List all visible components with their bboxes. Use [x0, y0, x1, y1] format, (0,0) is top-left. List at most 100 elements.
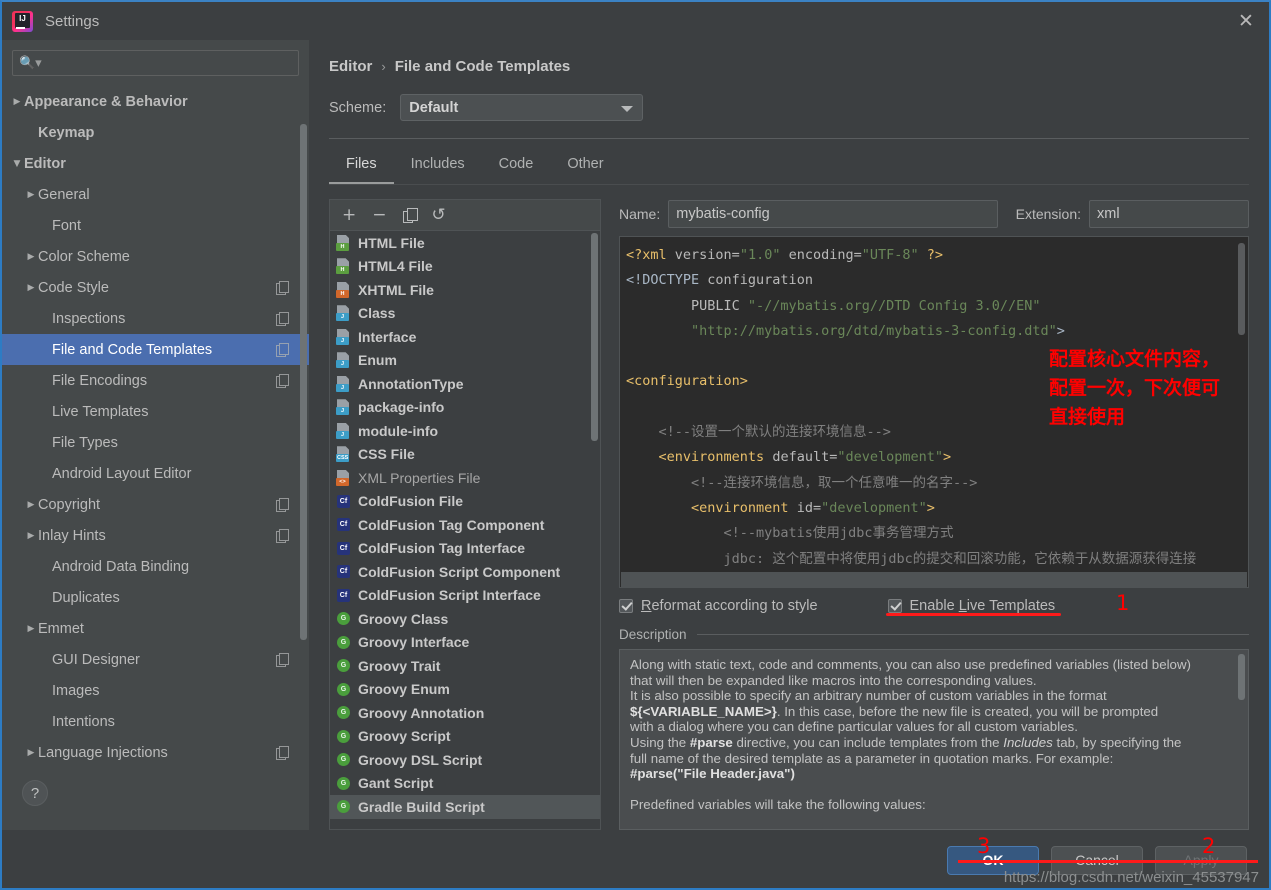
chevron-right-icon[interactable]: ▶ — [24, 624, 38, 634]
chevron-right-icon[interactable]: ▶ — [24, 252, 38, 262]
sidebar-item-font[interactable]: ▶Font — [2, 210, 309, 241]
template-extension-input[interactable] — [1089, 199, 1249, 228]
code-token: <!--设置一个默认的连接环境信息--> — [626, 424, 891, 441]
help-icon[interactable]: ? — [22, 780, 48, 806]
sidebar-item-copyright[interactable]: ▶ Copyright — [2, 489, 309, 520]
scheme-select[interactable]: Default — [400, 94, 644, 121]
code-scrollbar[interactable] — [1238, 243, 1245, 335]
undo-icon[interactable]: ↺ — [432, 206, 446, 224]
sidebar-item-live-templates[interactable]: ▶Live Templates — [2, 396, 309, 427]
sidebar-item-editor[interactable]: ▼ Editor — [2, 148, 309, 179]
sidebar-item-label: General — [38, 186, 90, 203]
template-list-item[interactable]: Jpackage-info — [330, 396, 600, 420]
sidebar-item-android-layout-editor[interactable]: ▶Android Layout Editor — [2, 458, 309, 489]
template-list-item[interactable]: G Gant Script — [330, 772, 600, 796]
chevron-right-icon[interactable]: ▶ — [24, 531, 38, 541]
search-input[interactable] — [41, 55, 292, 71]
templates-list[interactable]: H HTML File H HTML4 File H XHTML File J Class J I… — [329, 230, 601, 830]
copy-icon[interactable] — [402, 208, 418, 223]
live-templates-checkbox-group[interactable]: Enable Live Templates — [885, 598, 1062, 616]
sidebar-item-color-scheme[interactable]: ▶ Color Scheme — [2, 241, 309, 272]
template-list-item[interactable]: J Enum — [330, 349, 600, 373]
tab-other[interactable]: Other — [550, 145, 620, 184]
tab-code[interactable]: Code — [482, 145, 551, 184]
template-list-item[interactable]: G Gradle Build Script — [330, 795, 600, 819]
sidebar-item-appearance-behavior[interactable]: ▶ Appearance & Behavior — [2, 86, 309, 117]
reformat-checkbox-group[interactable]: Reformat according to style — [619, 598, 818, 614]
template-list-item[interactable]: H HTML4 File — [330, 255, 600, 279]
sidebar-item-gui-designer[interactable]: ▶GUI Designer — [2, 644, 309, 675]
sidebar-item-emmet[interactable]: ▶ Emmet — [2, 613, 309, 644]
template-list-item[interactable]: G Groovy DSL Script — [330, 748, 600, 772]
plus-icon[interactable]: + — [342, 206, 356, 224]
template-list-item[interactable]: Cf ColdFusion Tag Component — [330, 513, 600, 537]
chevron-right-icon[interactable]: ▶ — [10, 97, 24, 107]
sidebar-item-inlay-hints[interactable]: ▶ Inlay Hints — [2, 520, 309, 551]
sidebar-item-file-and-code-templates[interactable]: ▶File and Code Templates — [2, 334, 309, 365]
sidebar-item-inspections[interactable]: ▶Inspections — [2, 303, 309, 334]
sidebar-item-intentions[interactable]: ▶Intentions — [2, 706, 309, 737]
template-list-item[interactable]: <> XML Properties File — [330, 466, 600, 490]
search-box[interactable]: 🔍▾ — [12, 50, 299, 76]
template-list-item[interactable]: G Groovy Class — [330, 607, 600, 631]
sidebar-item-images[interactable]: ▶Images — [2, 675, 309, 706]
sidebar-item-language-injections[interactable]: ▶ Language Injections — [2, 737, 309, 768]
template-list-item[interactable]: G Groovy Trait — [330, 654, 600, 678]
template-list-item[interactable]: Cf ColdFusion Script Interface — [330, 584, 600, 608]
templates-scrollbar[interactable] — [591, 233, 598, 441]
sidebar-item-file-types[interactable]: ▶File Types — [2, 427, 309, 458]
template-list-item[interactable]: J Interface — [330, 325, 600, 349]
chevron-down-icon[interactable]: ▼ — [10, 159, 24, 169]
close-icon[interactable]: ✕ — [1223, 2, 1269, 40]
template-list-item[interactable]: Jmodule-info — [330, 419, 600, 443]
description-line: Predefined variables will take the follo… — [630, 797, 926, 813]
red-underline-live-templates — [885, 613, 1062, 616]
description-line: with a dialog where you can define parti… — [630, 719, 1078, 735]
template-list-item-label: Enum — [358, 352, 397, 369]
sidebar-item-label: Language Injections — [38, 744, 168, 761]
sidebar-footer: ? — [2, 770, 309, 830]
template-list-item[interactable]: G Groovy Script — [330, 725, 600, 749]
template-list-item[interactable]: J AnnotationType — [330, 372, 600, 396]
sidebar-item-file-encodings[interactable]: ▶File Encodings — [2, 365, 309, 396]
code-token: ?> — [918, 247, 944, 263]
sidebar-item-general[interactable]: ▶ General — [2, 179, 309, 210]
sidebar-item-duplicates[interactable]: ▶Duplicates — [2, 582, 309, 613]
settings-tree[interactable]: ▶Appearance & Behavior▶Keymap▼Editor▶Gen… — [2, 82, 309, 770]
template-list-item[interactable]: J Class — [330, 302, 600, 326]
template-list-item-label: ColdFusion Script Interface — [358, 587, 541, 604]
description-box[interactable]: Along with static text, code and comment… — [619, 649, 1249, 830]
template-list-item[interactable]: H HTML File — [330, 231, 600, 255]
template-list-item[interactable]: G Groovy Interface — [330, 631, 600, 655]
tab-includes[interactable]: Includes — [394, 145, 482, 184]
code-line: <!--设置一个默认的连接环境信息--> — [626, 420, 1240, 445]
template-code-editor[interactable]: <?xml version="1.0" encoding="UTF-8" ?> <… — [619, 236, 1249, 588]
template-list-item[interactable]: Cf ColdFusion Tag Interface — [330, 537, 600, 561]
breadcrumb-parent[interactable]: Editor — [329, 58, 372, 75]
code-token: > — [926, 499, 935, 516]
search-area: 🔍▾ — [2, 40, 309, 82]
template-list-item-label: Groovy Annotation — [358, 704, 485, 721]
sidebar-item-keymap[interactable]: ▶Keymap — [2, 117, 309, 148]
sidebar-item-label: Intentions — [52, 713, 115, 730]
chevron-right-icon[interactable]: ▶ — [24, 190, 38, 200]
tab-files[interactable]: Files — [329, 145, 394, 184]
chevron-right-icon[interactable]: ▶ — [24, 283, 38, 293]
sidebar-item-android-data-binding[interactable]: ▶Android Data Binding — [2, 551, 309, 582]
template-list-item[interactable]: G Groovy Enum — [330, 678, 600, 702]
enable-live-templates-checkbox[interactable] — [887, 599, 902, 613]
template-list-item[interactable]: Cf ColdFusion Script Component — [330, 560, 600, 584]
template-name-input[interactable] — [668, 199, 998, 228]
template-list-item[interactable]: H XHTML File — [330, 278, 600, 302]
description-scrollbar[interactable] — [1238, 654, 1245, 700]
chevron-right-icon[interactable]: ▶ — [24, 500, 38, 510]
sidebar-item-code-style[interactable]: ▶ Code Style — [2, 272, 309, 303]
minus-icon[interactable]: − — [372, 206, 386, 224]
template-list-item[interactable]: G Groovy Annotation — [330, 701, 600, 725]
chevron-right-icon[interactable]: ▶ — [24, 748, 38, 758]
reformat-checkbox[interactable] — [619, 599, 633, 613]
template-list-item[interactable]: CSS CSS File — [330, 443, 600, 467]
sidebar-scrollbar[interactable] — [300, 124, 307, 640]
template-list-item[interactable]: Cf ColdFusion File — [330, 490, 600, 514]
template-list-item-label: package-info — [358, 399, 445, 416]
